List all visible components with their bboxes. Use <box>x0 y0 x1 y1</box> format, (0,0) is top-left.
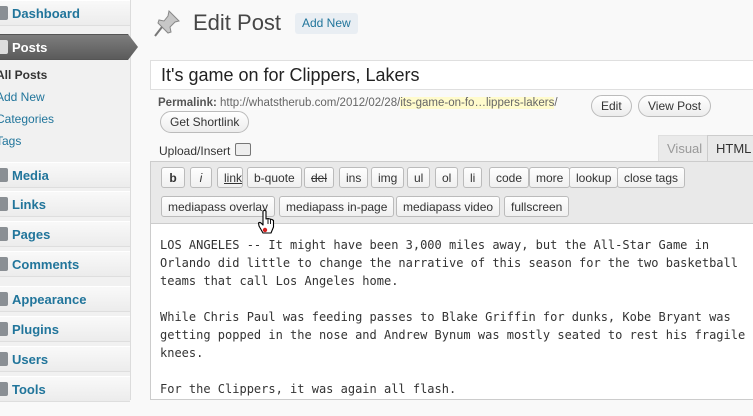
lookup-button[interactable]: lookup <box>569 167 619 188</box>
media-icon <box>0 168 8 182</box>
del-button[interactable]: del <box>304 167 335 188</box>
add-media-icon[interactable] <box>235 143 252 156</box>
bold-button[interactable]: b <box>161 167 185 188</box>
pages-icon <box>0 227 8 241</box>
menu-label: Appearance <box>12 291 87 307</box>
paragraph: For the Clippers, it was again all flash… <box>160 382 457 396</box>
menu-tools[interactable]: Tools <box>0 376 130 402</box>
blockquote-button[interactable]: b-quote <box>247 167 302 188</box>
menu-dashboard[interactable]: Dashboard <box>0 0 130 26</box>
post-content-editor[interactable]: LOS ANGELES -- It might have been 3,000 … <box>150 223 753 400</box>
admin-sidebar: Dashboard Posts All Posts Add New Catego… <box>0 0 139 402</box>
appearance-icon <box>0 292 8 306</box>
close-tags-button[interactable]: close tags <box>617 167 686 188</box>
menu-label: Plugins <box>12 321 59 337</box>
li-button[interactable]: li <box>463 167 483 188</box>
italic-button[interactable]: i <box>190 167 212 188</box>
menu-pages[interactable]: Pages <box>0 221 130 247</box>
add-new-button[interactable]: Add New <box>295 13 358 34</box>
menu-label: Posts <box>12 39 48 55</box>
get-shortlink-button[interactable]: Get Shortlink <box>160 111 250 133</box>
mediapass-in-page-button[interactable]: mediapass in-page <box>279 196 395 217</box>
users-icon <box>0 352 8 366</box>
menu-label: Pages <box>12 226 51 242</box>
comments-icon <box>0 257 8 271</box>
menu-label: Tools <box>12 381 46 397</box>
menu-label: Comments <box>12 256 80 272</box>
menu-users[interactable]: Users <box>0 346 130 372</box>
submenu-add-new[interactable]: Add New <box>0 86 130 108</box>
hand-cursor-icon <box>257 209 275 234</box>
submenu-all-posts[interactable]: All Posts <box>0 64 130 86</box>
menu-plugins[interactable]: Plugins <box>0 316 130 342</box>
permalink-row: Permalink: http://whatstherub.com/2012/0… <box>158 97 558 109</box>
permalink-slash: / <box>554 97 558 109</box>
view-post-button[interactable]: View Post <box>638 95 712 117</box>
ol-button[interactable]: ol <box>435 167 459 188</box>
quicktags-toolbar: b i link b-quote del ins img ul ol li co… <box>150 161 753 223</box>
tools-icon <box>0 382 8 396</box>
menu-posts[interactable]: Posts <box>0 34 138 60</box>
menu-links[interactable]: Links <box>0 191 130 217</box>
upload-insert[interactable]: Upload/Insert <box>159 143 252 158</box>
menu-media[interactable]: Media <box>0 162 130 188</box>
code-button[interactable]: code <box>489 167 530 188</box>
dashboard-icon <box>0 6 8 20</box>
upload-insert-label: Upload/Insert <box>159 144 231 158</box>
submenu-categories[interactable]: Categories <box>0 108 130 130</box>
fullscreen-button[interactable]: fullscreen <box>504 196 570 217</box>
submenu-tags[interactable]: Tags <box>0 130 130 152</box>
posts-icon <box>0 40 8 54</box>
menu-label: Users <box>12 351 49 367</box>
menu-comments[interactable]: Comments <box>0 251 130 277</box>
links-icon <box>0 197 8 211</box>
plugins-icon <box>0 322 8 336</box>
permalink-label: Permalink: <box>158 97 217 109</box>
permalink-slug[interactable]: its-game-on-fo…lippers-lakers <box>400 97 555 109</box>
link-button[interactable]: link <box>217 167 243 188</box>
menu-appearance[interactable]: Appearance <box>0 286 130 312</box>
img-button[interactable]: img <box>371 167 405 188</box>
page-title: Edit Post <box>193 10 282 35</box>
ul-button[interactable]: ul <box>407 167 431 188</box>
post-title-input[interactable]: It's game on for Clippers, Lakers <box>150 60 753 90</box>
paragraph: LOS ANGELES -- It might have been 3,000 … <box>160 238 738 288</box>
paragraph: While Chris Paul was feeding passes to B… <box>160 310 746 360</box>
tab-html[interactable]: HTML <box>707 135 753 161</box>
menu-label: Dashboard <box>12 5 80 21</box>
posts-submenu: All Posts Add New Categories Tags <box>0 64 130 152</box>
edit-permalink-button[interactable]: Edit <box>591 95 632 117</box>
editor-text[interactable]: LOS ANGELES -- It might have been 3,000 … <box>160 236 750 416</box>
permalink-base: http://whatstherub.com/2012/02/28/ <box>220 97 401 109</box>
more-button[interactable]: more <box>529 167 571 188</box>
mediapass-video-button[interactable]: mediapass video <box>396 196 501 217</box>
pushpin-icon <box>154 9 180 37</box>
main-content: Edit Post Add New It's game on for Clipp… <box>138 0 753 400</box>
tab-visual[interactable]: Visual <box>658 135 712 161</box>
menu-label: Media <box>12 167 49 183</box>
menu-label: Links <box>12 196 46 212</box>
ins-button[interactable]: ins <box>339 167 369 188</box>
